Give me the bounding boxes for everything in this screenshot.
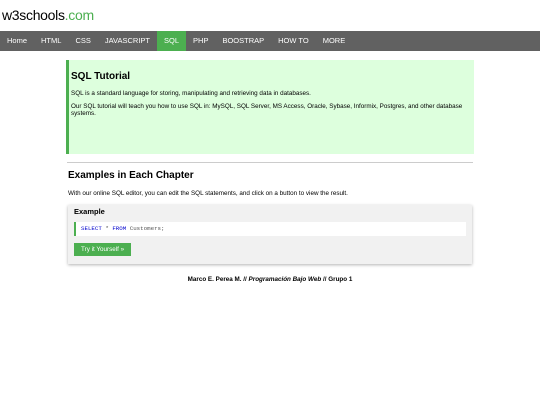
logo-bar: w3schools.com	[0, 0, 540, 31]
nav-item-sql[interactable]: SQL	[157, 31, 187, 51]
top-navigation: Home HTML CSS JAVASCRIPT SQL PHP BOOSTRA…	[0, 31, 540, 51]
nav-item-how-to[interactable]: HOW TO	[271, 31, 316, 51]
page-title: SQL Tutorial	[71, 71, 131, 82]
examples-heading: Examples in Each Chapter	[68, 170, 194, 181]
logo-dotcom: .com	[64, 7, 94, 23]
logo-w3: w3	[2, 7, 20, 23]
nav-item-home[interactable]: Home	[0, 31, 34, 51]
nav-item-javascript[interactable]: JAVASCRIPT	[98, 31, 157, 51]
code-keyword-select: SELECT	[81, 225, 102, 232]
code-sample: SELECT * FROM Customers;	[74, 222, 466, 236]
footer-course: Programación Bajo Web	[248, 276, 322, 283]
intro-paragraph-1: SQL is a standard language for storing, …	[71, 90, 311, 97]
code-table-name: Customers;	[126, 225, 165, 232]
example-box-title: Example	[74, 207, 105, 216]
footer-author: Marco E. Perea M. //	[187, 276, 249, 283]
logo-schools: schools	[19, 7, 65, 23]
intro-panel: SQL Tutorial SQL is a standard language …	[66, 60, 474, 154]
examples-description: With our online SQL editor, you can edit…	[68, 190, 348, 197]
example-box: Example SELECT * FROM Customers; Try it …	[68, 205, 472, 264]
footer-credits: Marco E. Perea M. // Programación Bajo W…	[0, 276, 540, 283]
footer-group: // Grupo 1	[321, 276, 353, 283]
code-keyword-from: FROM	[112, 225, 127, 232]
section-divider	[67, 162, 473, 163]
nav-item-more[interactable]: MORE	[316, 31, 353, 51]
intro-paragraph-2: Our SQL tutorial will teach you how to u…	[71, 102, 463, 118]
try-it-yourself-button[interactable]: Try it Yourself »	[74, 243, 132, 256]
nav-item-php[interactable]: PHP	[186, 31, 215, 51]
site-logo[interactable]: w3schools.com	[2, 7, 94, 23]
nav-item-bootstrap[interactable]: BOOSTRAP	[215, 31, 271, 51]
code-star: *	[101, 225, 113, 232]
nav-item-html[interactable]: HTML	[34, 31, 68, 51]
nav-item-css[interactable]: CSS	[68, 31, 97, 51]
